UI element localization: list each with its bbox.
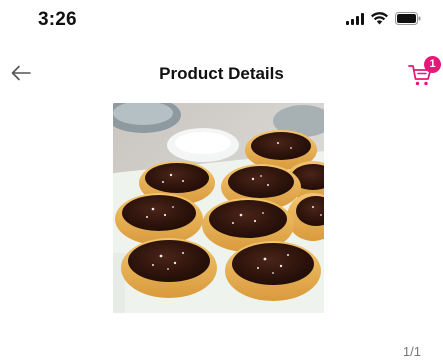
cart-button[interactable]: 1 xyxy=(407,56,441,88)
cart-count-badge: 1 xyxy=(424,56,441,73)
product-image[interactable] xyxy=(113,103,324,313)
battery-icon xyxy=(395,12,421,25)
signal-icon xyxy=(346,12,364,25)
page-title: Product Details xyxy=(159,64,284,83)
image-counter: 1/1 xyxy=(402,344,421,359)
nav-bar: Product Details 1 xyxy=(0,52,443,98)
status-bar: 3:26 xyxy=(0,0,443,40)
status-time: 3:26 xyxy=(38,9,77,30)
wifi-icon xyxy=(371,12,388,25)
status-icons xyxy=(346,12,421,25)
